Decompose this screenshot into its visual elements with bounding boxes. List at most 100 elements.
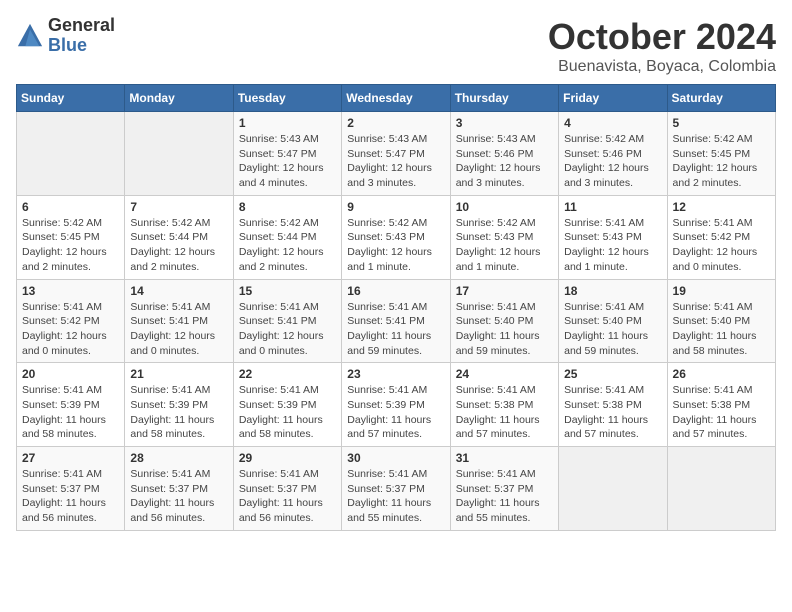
calendar-cell: 9 Sunrise: 5:42 AMSunset: 5:43 PMDaylight… <box>342 195 450 279</box>
weekday-header: Wednesday <box>342 85 450 112</box>
day-number: 24 <box>456 367 553 381</box>
weekday-row: SundayMondayTuesdayWednesdayThursdayFrid… <box>17 85 776 112</box>
title-location: Buenavista, Boyaca, Colombia <box>548 58 776 76</box>
calendar-cell: 18 Sunrise: 5:41 AMSunset: 5:40 PMDayligh… <box>559 279 667 363</box>
day-detail: Sunrise: 5:41 AMSunset: 5:41 PMDaylight:… <box>239 300 336 359</box>
calendar-cell: 10Sunrise: 5:42 AMSunset: 5:43 PMDayligh… <box>450 195 558 279</box>
calendar-cell: 23 Sunrise: 5:41 AMSunset: 5:39 PMDayligh… <box>342 363 450 447</box>
calendar-cell: 3 Sunrise: 5:43 AMSunset: 5:46 PMDaylight… <box>450 112 558 196</box>
day-number: 2 <box>347 116 444 130</box>
calendar-cell: 4Sunrise: 5:42 AMSunset: 5:46 PMDaylight… <box>559 112 667 196</box>
calendar-header: SundayMondayTuesdayWednesdayThursdayFrid… <box>17 85 776 112</box>
calendar-cell: 29Sunrise: 5:41 AMSunset: 5:37 PMDayligh… <box>233 447 341 531</box>
calendar-body: 1 Sunrise: 5:43 AMSunset: 5:47 PMDaylight… <box>17 112 776 531</box>
day-detail: Sunrise: 5:41 AMSunset: 5:40 PMDaylight:… <box>456 300 553 359</box>
calendar-cell <box>559 447 667 531</box>
day-number: 22 <box>239 367 336 381</box>
day-number: 9 <box>347 200 444 214</box>
calendar-cell: 12 Sunrise: 5:41 AMSunset: 5:42 PMDayligh… <box>667 195 775 279</box>
day-detail: Sunrise: 5:42 AMSunset: 5:46 PMDaylight:… <box>564 132 661 191</box>
day-number: 20 <box>22 367 119 381</box>
day-detail: Sunrise: 5:41 AMSunset: 5:42 PMDaylight:… <box>22 300 119 359</box>
calendar-cell: 16 Sunrise: 5:41 AMSunset: 5:41 PMDayligh… <box>342 279 450 363</box>
calendar-cell: 22 Sunrise: 5:41 AMSunset: 5:39 PMDayligh… <box>233 363 341 447</box>
logo-blue: Blue <box>48 36 115 56</box>
day-number: 27 <box>22 451 119 465</box>
day-number: 1 <box>239 116 336 130</box>
day-number: 11 <box>564 200 661 214</box>
day-detail: Sunrise: 5:41 AMSunset: 5:37 PMDaylight:… <box>456 467 553 526</box>
calendar-cell: 25 Sunrise: 5:41 AMSunset: 5:38 PMDayligh… <box>559 363 667 447</box>
day-detail: Sunrise: 5:41 AMSunset: 5:38 PMDaylight:… <box>564 383 661 442</box>
day-detail: Sunrise: 5:41 AMSunset: 5:39 PMDaylight:… <box>130 383 227 442</box>
day-detail: Sunrise: 5:41 AMSunset: 5:40 PMDaylight:… <box>673 300 770 359</box>
page-header: General Blue October 2024 Buenavista, Bo… <box>16 16 776 76</box>
day-detail: Sunrise: 5:42 AMSunset: 5:43 PMDaylight:… <box>456 216 553 275</box>
day-number: 21 <box>130 367 227 381</box>
day-number: 12 <box>673 200 770 214</box>
calendar-cell: 14Sunrise: 5:41 AMSunset: 5:41 PMDayligh… <box>125 279 233 363</box>
calendar-cell <box>17 112 125 196</box>
weekday-header: Monday <box>125 85 233 112</box>
day-number: 16 <box>347 284 444 298</box>
day-detail: Sunrise: 5:41 AMSunset: 5:37 PMDaylight:… <box>347 467 444 526</box>
day-detail: Sunrise: 5:43 AMSunset: 5:46 PMDaylight:… <box>456 132 553 191</box>
logo-text: General Blue <box>48 16 115 56</box>
day-number: 5 <box>673 116 770 130</box>
day-number: 17 <box>456 284 553 298</box>
weekday-header: Saturday <box>667 85 775 112</box>
day-number: 23 <box>347 367 444 381</box>
calendar-week-row: 1 Sunrise: 5:43 AMSunset: 5:47 PMDaylight… <box>17 112 776 196</box>
day-number: 13 <box>22 284 119 298</box>
day-detail: Sunrise: 5:42 AMSunset: 5:45 PMDaylight:… <box>22 216 119 275</box>
day-number: 26 <box>673 367 770 381</box>
logo-icon <box>16 22 44 50</box>
day-detail: Sunrise: 5:41 AMSunset: 5:37 PMDaylight:… <box>22 467 119 526</box>
calendar-cell: 30Sunrise: 5:41 AMSunset: 5:37 PMDayligh… <box>342 447 450 531</box>
day-detail: Sunrise: 5:41 AMSunset: 5:39 PMDaylight:… <box>22 383 119 442</box>
calendar-cell: 27 Sunrise: 5:41 AMSunset: 5:37 PMDayligh… <box>17 447 125 531</box>
day-detail: Sunrise: 5:43 AMSunset: 5:47 PMDaylight:… <box>347 132 444 191</box>
day-detail: Sunrise: 5:42 AMSunset: 5:45 PMDaylight:… <box>673 132 770 191</box>
calendar-cell: 20 Sunrise: 5:41 AMSunset: 5:39 PMDayligh… <box>17 363 125 447</box>
calendar-cell: 1 Sunrise: 5:43 AMSunset: 5:47 PMDaylight… <box>233 112 341 196</box>
calendar-week-row: 13 Sunrise: 5:41 AMSunset: 5:42 PMDayligh… <box>17 279 776 363</box>
day-detail: Sunrise: 5:41 AMSunset: 5:40 PMDaylight:… <box>564 300 661 359</box>
day-detail: Sunrise: 5:41 AMSunset: 5:39 PMDaylight:… <box>347 383 444 442</box>
calendar-cell: 5 Sunrise: 5:42 AMSunset: 5:45 PMDaylight… <box>667 112 775 196</box>
day-detail: Sunrise: 5:41 AMSunset: 5:37 PMDaylight:… <box>239 467 336 526</box>
day-number: 8 <box>239 200 336 214</box>
day-number: 3 <box>456 116 553 130</box>
day-number: 14 <box>130 284 227 298</box>
calendar-cell: 2 Sunrise: 5:43 AMSunset: 5:47 PMDaylight… <box>342 112 450 196</box>
day-detail: Sunrise: 5:41 AMSunset: 5:39 PMDaylight:… <box>239 383 336 442</box>
day-number: 19 <box>673 284 770 298</box>
day-number: 6 <box>22 200 119 214</box>
day-detail: Sunrise: 5:42 AMSunset: 5:44 PMDaylight:… <box>239 216 336 275</box>
calendar-cell: 24 Sunrise: 5:41 AMSunset: 5:38 PMDayligh… <box>450 363 558 447</box>
logo: General Blue <box>16 16 115 56</box>
calendar-cell <box>667 447 775 531</box>
day-detail: Sunrise: 5:41 AMSunset: 5:43 PMDaylight:… <box>564 216 661 275</box>
day-detail: Sunrise: 5:41 AMSunset: 5:42 PMDaylight:… <box>673 216 770 275</box>
title-month: October 2024 <box>548 16 776 58</box>
calendar-cell: 31Sunrise: 5:41 AMSunset: 5:37 PMDayligh… <box>450 447 558 531</box>
day-detail: Sunrise: 5:41 AMSunset: 5:41 PMDaylight:… <box>347 300 444 359</box>
weekday-header: Sunday <box>17 85 125 112</box>
day-number: 28 <box>130 451 227 465</box>
calendar-cell: 28Sunrise: 5:41 AMSunset: 5:37 PMDayligh… <box>125 447 233 531</box>
day-detail: Sunrise: 5:41 AMSunset: 5:38 PMDaylight:… <box>456 383 553 442</box>
calendar-cell: 26Sunrise: 5:41 AMSunset: 5:38 PMDayligh… <box>667 363 775 447</box>
calendar-cell: 8 Sunrise: 5:42 AMSunset: 5:44 PMDaylight… <box>233 195 341 279</box>
day-number: 7 <box>130 200 227 214</box>
calendar-week-row: 20 Sunrise: 5:41 AMSunset: 5:39 PMDayligh… <box>17 363 776 447</box>
calendar-cell <box>125 112 233 196</box>
day-number: 18 <box>564 284 661 298</box>
calendar-cell: 19 Sunrise: 5:41 AMSunset: 5:40 PMDayligh… <box>667 279 775 363</box>
day-number: 25 <box>564 367 661 381</box>
day-detail: Sunrise: 5:43 AMSunset: 5:47 PMDaylight:… <box>239 132 336 191</box>
day-detail: Sunrise: 5:42 AMSunset: 5:43 PMDaylight:… <box>347 216 444 275</box>
calendar-week-row: 27 Sunrise: 5:41 AMSunset: 5:37 PMDayligh… <box>17 447 776 531</box>
weekday-header: Thursday <box>450 85 558 112</box>
calendar-cell: 11 Sunrise: 5:41 AMSunset: 5:43 PMDayligh… <box>559 195 667 279</box>
